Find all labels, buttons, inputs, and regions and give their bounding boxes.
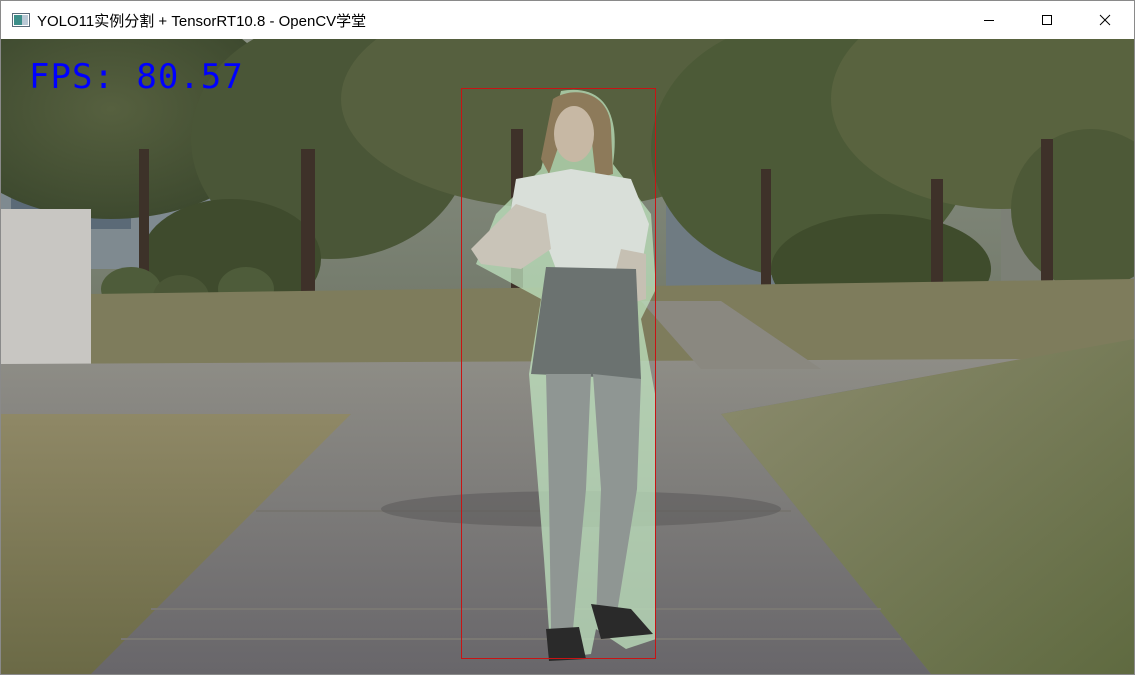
- maximize-button[interactable]: [1018, 1, 1076, 39]
- maximize-icon: [1042, 15, 1052, 25]
- title-bar[interactable]: YOLO11实例分割 + TensorRT10.8 - OpenCV学堂: [1, 1, 1134, 39]
- window-title: YOLO11实例分割 + TensorRT10.8 - OpenCV学堂: [37, 12, 367, 30]
- fps-counter: FPS: 80.57: [29, 57, 244, 97]
- detection-bounding-box: [461, 88, 656, 659]
- window-controls: [960, 1, 1134, 39]
- video-frame: FPS: 80.57: [1, 39, 1134, 674]
- minimize-icon: [984, 20, 994, 21]
- close-icon: [1099, 14, 1111, 26]
- minimize-button[interactable]: [960, 1, 1018, 39]
- close-button[interactable]: [1076, 1, 1134, 39]
- opencv-window: YOLO11实例分割 + TensorRT10.8 - OpenCV学堂 FPS…: [0, 0, 1135, 675]
- opencv-window-icon: [12, 13, 30, 27]
